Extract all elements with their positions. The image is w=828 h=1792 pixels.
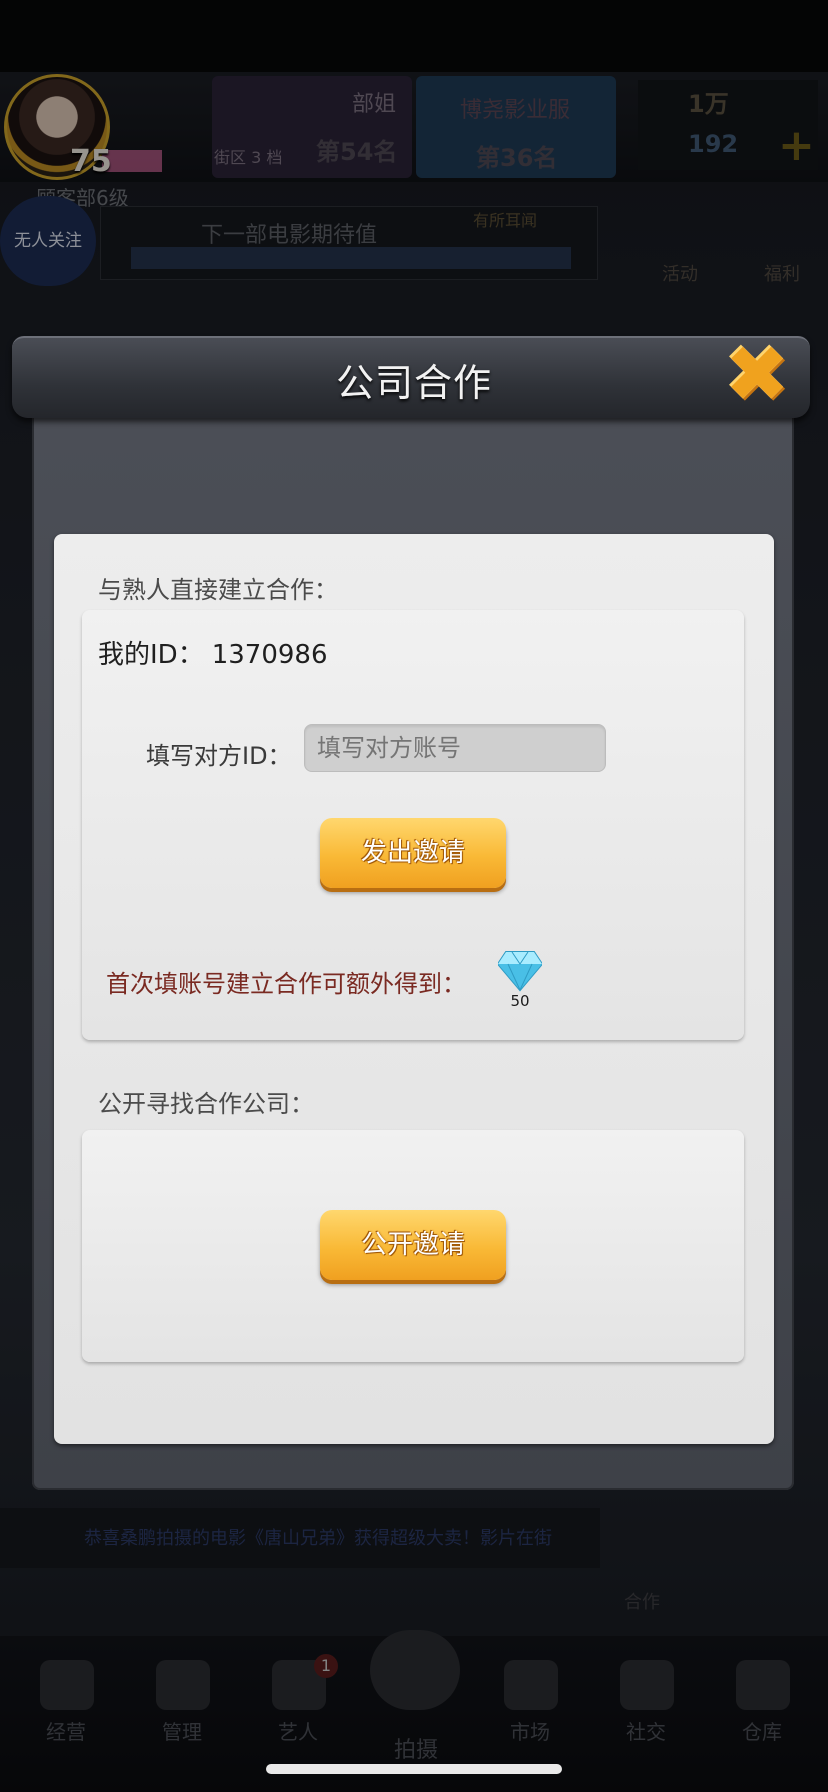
my-id-row: 我的ID： 1370986 xyxy=(98,634,328,671)
direct-section-label: 与熟人直接建立合作： xyxy=(98,576,338,604)
close-icon: ✖ xyxy=(724,330,790,420)
public-section-label: 公开寻找合作公司： xyxy=(98,1090,314,1118)
public-invite-button[interactable]: 公开邀请 xyxy=(320,1210,506,1280)
send-invite-button[interactable]: 发出邀请 xyxy=(320,818,506,888)
home-indicator[interactable] xyxy=(266,1764,562,1774)
my-id-value: 1370986 xyxy=(211,640,328,670)
diamond-icon xyxy=(498,951,542,992)
dialog-title: 公司合作 xyxy=(335,361,492,405)
reward-text: 首次填账号建立合作可额外得到： xyxy=(106,970,466,998)
close-button[interactable]: ✖ xyxy=(722,336,792,414)
fill-id-label: 填写对方ID： xyxy=(146,742,292,770)
my-id-label: 我的ID： xyxy=(98,640,204,670)
partner-id-input[interactable] xyxy=(304,724,606,772)
reward-gem-count: 50 xyxy=(510,992,530,1010)
